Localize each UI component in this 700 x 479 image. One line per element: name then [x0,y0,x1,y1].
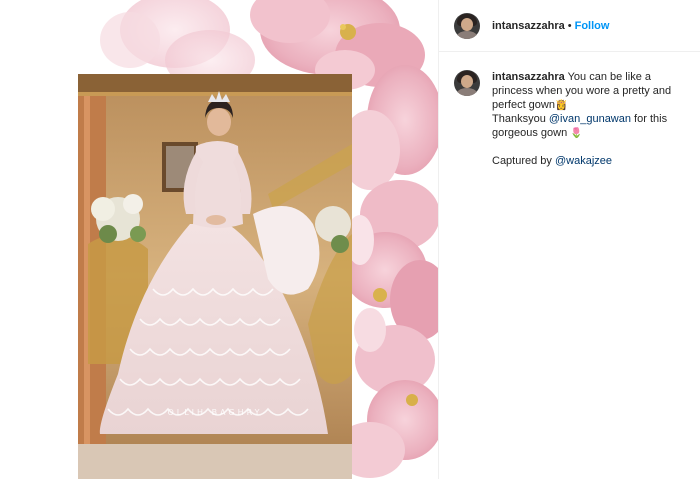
princess-icon: 👸 [554,100,568,111]
follow-button[interactable]: Follow [575,20,610,32]
caption-line-3: Captured by @wakajzee [492,154,685,168]
caption-line2-prefix: Thanksyou [492,113,549,125]
caption-text: intansazzahra You can be like a princess… [492,70,685,168]
header-separator: • [567,19,572,32]
caption-avatar-icon[interactable] [454,70,480,96]
flower-icon: 🌷 [570,128,583,139]
photo-watermark: OLLIH BAGHRY [167,408,263,417]
caption-comment: intansazzahra You can be like a princess… [439,52,700,168]
caption-username[interactable]: intansazzahra [492,71,565,83]
post-header: intansazzahra • Follow [439,0,700,52]
bride-photo: OLLIH BAGHRY [78,74,352,479]
header-username[interactable]: intansazzahra [492,20,565,32]
header-avatar-icon[interactable] [454,12,480,39]
caption-line-2: Thanksyou @ivan_gunawan for this gorgeou… [492,112,685,140]
mention-wakajzee[interactable]: @wakajzee [555,155,612,167]
caption-line3-prefix: Captured by [492,155,555,167]
post-media[interactable]: OLLIH BAGHRY [0,0,438,479]
post-side-panel: intansazzahra • Follow intansazzahra You… [438,0,700,479]
caption-line-1: intansazzahra You can be like a princess… [492,70,685,112]
mention-ivan-gunawan[interactable]: @ivan_gunawan [549,113,631,125]
